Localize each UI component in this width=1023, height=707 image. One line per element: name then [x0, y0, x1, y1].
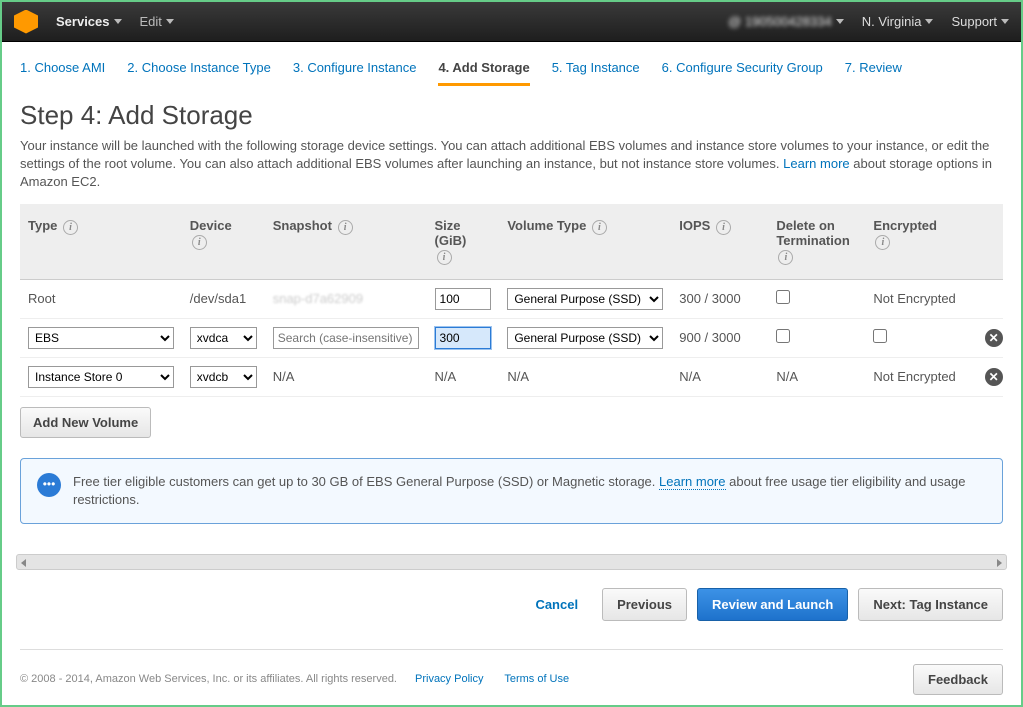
account-menu[interactable]: @ 190500428334: [728, 14, 844, 29]
volume-type-select[interactable]: General Purpose (SSD): [507, 288, 663, 310]
privacy-policy-link[interactable]: Privacy Policy: [415, 673, 483, 685]
col-type: Type: [28, 218, 57, 233]
volume-type-select[interactable]: General Purpose (SSD): [507, 327, 663, 349]
info-bubble-icon: •••: [37, 473, 61, 497]
page-description: Your instance will be launched with the …: [20, 137, 1003, 192]
review-and-launch-button[interactable]: Review and Launch: [697, 588, 848, 621]
delete-on-term-checkbox[interactable]: [776, 290, 790, 304]
col-delete: Delete on Termination: [776, 218, 849, 248]
snapshot-text: snap-d7a62909: [273, 291, 363, 306]
remove-row-button[interactable]: ✕: [985, 368, 1003, 386]
encrypted-text: Not Encrypted: [865, 357, 976, 396]
size-input[interactable]: [435, 327, 492, 349]
info-icon[interactable]: i: [875, 235, 890, 250]
col-voltype: Volume Type: [507, 218, 586, 233]
volume-type-text: N/A: [499, 357, 671, 396]
storage-table: Type i Device i Snapshot i Size (GiB) i Vo…: [20, 204, 1003, 397]
edit-menu[interactable]: Edit: [140, 14, 174, 29]
region-label: N. Virginia: [862, 14, 922, 29]
edit-label: Edit: [140, 14, 162, 29]
support-menu[interactable]: Support: [951, 14, 1009, 29]
feedback-button[interactable]: Feedback: [913, 664, 1003, 695]
horizontal-scrollbar[interactable]: [16, 554, 1007, 570]
delete-on-term-checkbox[interactable]: [776, 329, 790, 343]
device-text: /dev/sda1: [182, 279, 265, 318]
step-add-storage[interactable]: 4. Add Storage: [438, 60, 529, 86]
info-icon[interactable]: i: [338, 220, 353, 235]
step-tag-instance[interactable]: 5. Tag Instance: [552, 60, 640, 86]
services-label: Services: [56, 14, 110, 29]
remove-row-button[interactable]: ✕: [985, 329, 1003, 347]
iops-text: 900 / 3000: [671, 318, 768, 357]
step-configure-security-group[interactable]: 6. Configure Security Group: [662, 60, 823, 86]
cancel-button[interactable]: Cancel: [521, 589, 592, 620]
type-text: Root: [20, 279, 182, 318]
device-select[interactable]: xvdcb: [190, 366, 257, 388]
content: Step 4: Add Storage Your instance will b…: [2, 96, 1021, 524]
encrypted-checkbox[interactable]: [873, 329, 887, 343]
col-iops: IOPS: [679, 218, 710, 233]
delete-text: N/A: [768, 357, 865, 396]
type-select[interactable]: Instance Store 0: [28, 366, 174, 388]
chevron-down-icon: [114, 19, 122, 24]
aws-logo-icon[interactable]: [14, 10, 38, 34]
encrypted-text: Not Encrypted: [865, 279, 976, 318]
type-select[interactable]: EBS: [28, 327, 174, 349]
copyright-text: © 2008 - 2014, Amazon Web Services, Inc.…: [20, 673, 397, 685]
previous-button[interactable]: Previous: [602, 588, 687, 621]
step-review[interactable]: 7. Review: [845, 60, 902, 86]
snapshot-search-input[interactable]: [273, 327, 419, 349]
info-icon[interactable]: i: [437, 250, 452, 265]
snapshot-text: N/A: [265, 357, 427, 396]
region-menu[interactable]: N. Virginia: [862, 14, 934, 29]
iops-text: 300 / 3000: [671, 279, 768, 318]
learn-more-link[interactable]: Learn more: [783, 156, 849, 171]
learn-more-link[interactable]: Learn more: [659, 474, 725, 490]
chevron-down-icon: [166, 19, 174, 24]
col-device: Device: [190, 218, 232, 233]
col-snapshot: Snapshot: [273, 218, 332, 233]
step-choose-ami[interactable]: 1. Choose AMI: [20, 60, 105, 86]
free-tier-info-box: ••• Free tier eligible customers can get…: [20, 458, 1003, 524]
next-tag-instance-button[interactable]: Next: Tag Instance: [858, 588, 1003, 621]
col-size: Size (GiB): [435, 218, 467, 248]
info-text: Free tier eligible customers can get up …: [73, 474, 659, 489]
table-row: EBS xvdca General Purpose (SSD) 900 / 30…: [20, 318, 1003, 357]
size-text: N/A: [427, 357, 500, 396]
account-label: @ 190500428334: [728, 14, 832, 29]
info-icon[interactable]: i: [192, 235, 207, 250]
table-row: Instance Store 0 xvdcb N/A N/A N/A N/A N…: [20, 357, 1003, 396]
support-label: Support: [951, 14, 997, 29]
add-new-volume-button[interactable]: Add New Volume: [20, 407, 151, 438]
wizard-steps: 1. Choose AMI 2. Choose Instance Type 3.…: [2, 42, 1021, 96]
page-title: Step 4: Add Storage: [20, 100, 1003, 131]
info-icon[interactable]: i: [63, 220, 78, 235]
topbar: Services Edit @ 190500428334 N. Virginia…: [2, 2, 1021, 42]
size-input[interactable]: [435, 288, 492, 310]
footer: © 2008 - 2014, Amazon Web Services, Inc.…: [20, 649, 1003, 695]
col-encrypted: Encrypted: [873, 218, 937, 233]
action-row: Cancel Previous Review and Launch Next: …: [2, 580, 1021, 635]
info-icon[interactable]: i: [778, 250, 793, 265]
terms-of-use-link[interactable]: Terms of Use: [504, 673, 569, 685]
info-icon[interactable]: i: [716, 220, 731, 235]
table-row: Root /dev/sda1 snap-d7a62909 General Pur…: [20, 279, 1003, 318]
services-menu[interactable]: Services: [56, 14, 122, 29]
iops-text: N/A: [671, 357, 768, 396]
device-select[interactable]: xvdca: [190, 327, 257, 349]
chevron-down-icon: [925, 19, 933, 24]
step-configure-instance[interactable]: 3. Configure Instance: [293, 60, 417, 86]
chevron-down-icon: [836, 19, 844, 24]
info-icon[interactable]: i: [592, 220, 607, 235]
chevron-down-icon: [1001, 19, 1009, 24]
step-choose-instance-type[interactable]: 2. Choose Instance Type: [127, 60, 271, 86]
